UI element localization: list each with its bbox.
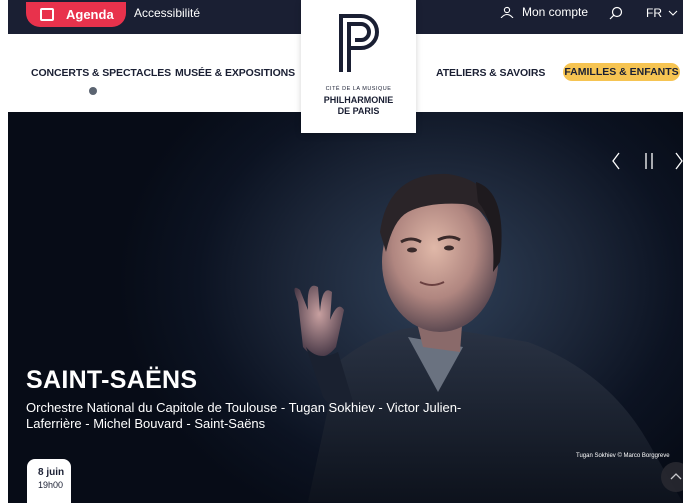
calendar-icon [40, 8, 54, 21]
search-icon[interactable] [609, 6, 623, 20]
accessibility-link[interactable]: Accessibilité [134, 6, 200, 20]
next-icon[interactable] [674, 152, 683, 170]
agenda-label: Agenda [66, 7, 114, 22]
nav-item-musee[interactable]: MUSÉE & EXPOSITIONS [175, 67, 295, 79]
previous-icon[interactable] [611, 152, 621, 170]
philharmonie-logo[interactable]: CITÉ DE LA MUSIQUE PHILHARMONIE DE PARIS [301, 0, 416, 133]
nav-item-ateliers[interactable]: ATELIERS & SAVOIRS [436, 67, 545, 79]
nav-item-familles[interactable]: FAMILLES & ENFANTS [563, 63, 680, 81]
chevron-down-icon [668, 10, 678, 16]
logo-title-line2: DE PARIS [337, 106, 380, 116]
event-title[interactable]: SAINT-SAËNS [26, 366, 197, 395]
conductor-photo [294, 173, 683, 503]
account-link[interactable]: Mon compte [500, 5, 588, 19]
event-date: 8 juin [38, 467, 65, 478]
pause-icon[interactable] [644, 152, 654, 170]
scroll-up-button[interactable] [661, 462, 683, 492]
user-icon [500, 6, 514, 18]
event-time: 19h00 [38, 480, 64, 490]
scroll-up-icon [670, 473, 682, 480]
logo-subtitle: CITÉ DE LA MUSIQUE [325, 86, 392, 92]
event-date-card: 8 juin 19h00 [27, 459, 71, 503]
agenda-button[interactable]: Agenda [26, 2, 126, 27]
hero-banner[interactable]: SAINT-SAËNS Orchestre National du Capito… [8, 112, 683, 503]
nav-active-indicator [89, 87, 97, 95]
logo-title: PHILHARMONIE DE PARIS [301, 95, 416, 117]
philharmonie-logo-mark [339, 14, 379, 72]
logo-title-line1: PHILHARMONIE [323, 95, 394, 105]
language-selector[interactable]: FR [646, 6, 678, 20]
photo-credit: Tugan Sokhiev © Marco Borggreve [576, 453, 670, 459]
event-subtitle: Orchestre National du Capitole de Toulou… [26, 400, 462, 431]
language-label: FR [646, 6, 662, 20]
nav-item-concerts[interactable]: CONCERTS & SPECTACLES [31, 67, 171, 79]
account-label: Mon compte [522, 5, 589, 19]
